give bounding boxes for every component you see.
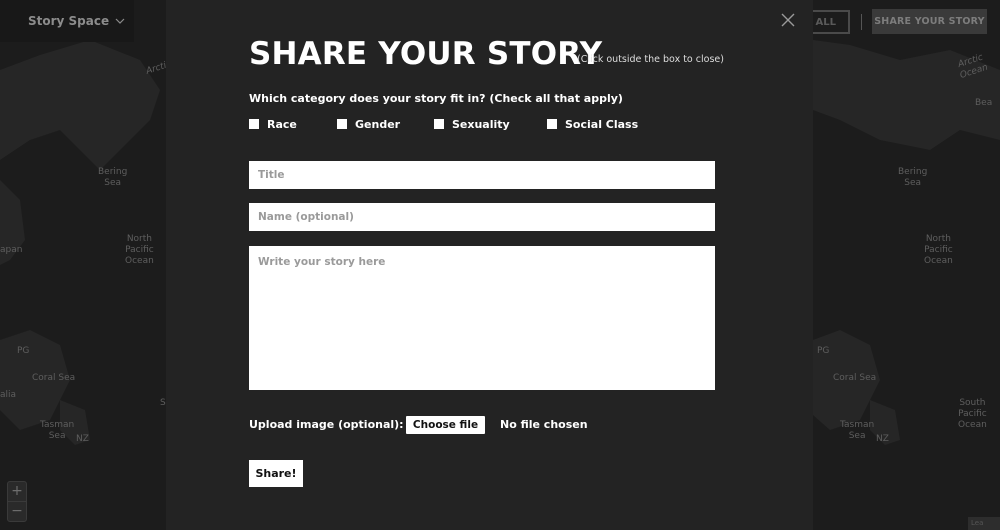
map-label-pg-right: PG xyxy=(817,346,830,356)
zoom-controls: + − xyxy=(7,481,27,522)
share-your-story-nav-label: SHARE YOUR STORY xyxy=(874,16,985,27)
name-input[interactable]: Name (optional) xyxy=(249,203,715,231)
category-sexuality-label: Sexuality xyxy=(452,117,510,131)
checkbox-race[interactable] xyxy=(249,119,259,129)
category-gender-label: Gender xyxy=(355,117,401,131)
category-race-label: Race xyxy=(267,117,297,131)
map-label-australia: alia xyxy=(0,390,17,400)
file-status: No file chosen xyxy=(500,418,588,431)
map-label-north-pacific-right: North Pacific Ocean xyxy=(924,234,953,266)
map-label-beaufort: Bea xyxy=(975,98,993,108)
upload-image-label: Upload image (optional): xyxy=(249,418,404,431)
category-gender-checkbox[interactable]: Gender xyxy=(337,117,400,131)
category-race-checkbox[interactable]: Race xyxy=(249,117,297,131)
share-submit-button[interactable]: Share! xyxy=(249,460,303,487)
map-label-coral-sea-right: Coral Sea xyxy=(833,373,877,383)
zoom-in-button[interactable]: + xyxy=(8,482,26,501)
map-attribution[interactable]: Lea xyxy=(968,517,1000,530)
story-textarea[interactable]: Write your story here xyxy=(249,246,715,390)
map-label-bering-sea: Bering Sea xyxy=(98,167,128,188)
name-placeholder: Name (optional) xyxy=(258,211,354,223)
close-icon[interactable] xyxy=(780,12,796,28)
nav-divider xyxy=(861,14,862,30)
map-label-south-pacific: South Pacific Ocean xyxy=(958,398,987,430)
map-label-japan: apan xyxy=(0,245,23,255)
map-label-bering-sea-right: Bering Sea xyxy=(898,167,928,188)
checkbox-sexuality[interactable] xyxy=(434,119,444,129)
category-question: Which category does your story fit in? (… xyxy=(249,92,623,105)
checkbox-gender[interactable] xyxy=(337,119,347,129)
category-sexuality-checkbox[interactable]: Sexuality xyxy=(434,117,510,131)
map-label-pg: PG xyxy=(17,346,30,356)
choose-file-label: Choose file xyxy=(412,419,479,431)
map-label-nz: NZ xyxy=(76,434,89,444)
modal-title: SHARE YOUR STORY xyxy=(249,36,603,72)
map-label-tasman-sea-right: Tasman Sea xyxy=(840,420,875,441)
map-label-north-pacific: North Pacific Ocean xyxy=(125,234,154,266)
story-space-dropdown[interactable]: Story Space xyxy=(0,0,134,42)
share-submit-label: Share! xyxy=(255,467,297,480)
title-placeholder: Title xyxy=(258,169,285,181)
category-social-class-label: Social Class xyxy=(565,117,639,131)
zoom-out-button[interactable]: − xyxy=(8,502,26,521)
map-label-coral-sea: Coral Sea xyxy=(32,373,76,383)
choose-file-button[interactable]: Choose file xyxy=(406,416,485,434)
map-label-nz-right: NZ xyxy=(876,434,889,444)
checkbox-social-class[interactable] xyxy=(547,119,557,129)
share-your-story-nav-button[interactable]: SHARE YOUR STORY xyxy=(872,9,987,34)
story-placeholder: Write your story here xyxy=(258,256,386,268)
title-input[interactable]: Title xyxy=(249,161,715,189)
category-social-class-checkbox[interactable]: Social Class xyxy=(547,117,638,131)
page: Arctic Bering Sea North Pacific Ocean ap… xyxy=(0,0,1000,530)
view-all-label: ALL xyxy=(815,16,836,28)
map-label-tasman-sea: Tasman Sea xyxy=(40,420,75,441)
map-label-south-edge: S xyxy=(160,398,166,408)
modal-close-hint: (Click outside the box to close) xyxy=(577,54,724,65)
chevron-down-icon xyxy=(115,18,125,24)
story-space-label: Story Space xyxy=(28,14,110,28)
